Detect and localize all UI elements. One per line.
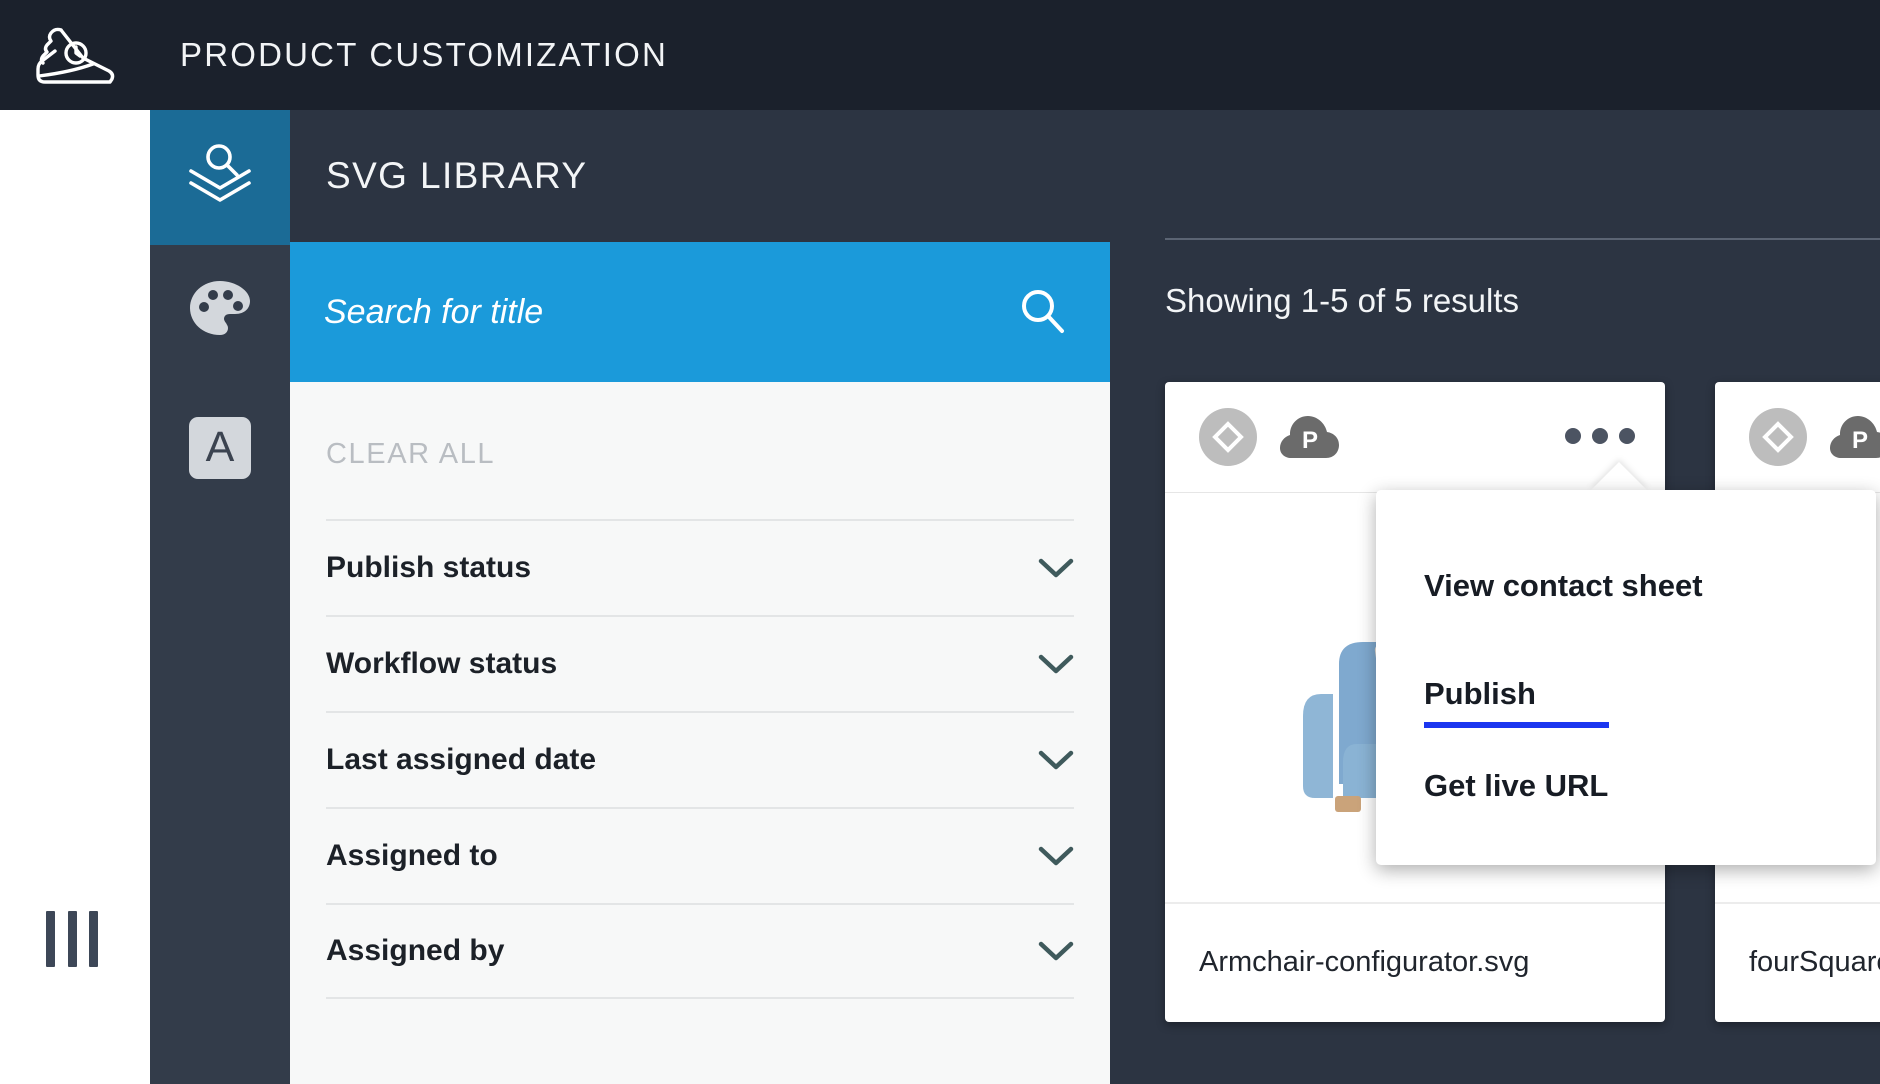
sidebar-item-palette[interactable]	[150, 245, 290, 380]
cloud-p-icon: P	[1829, 414, 1880, 460]
search-submit-button[interactable]	[1008, 283, 1076, 342]
menu-item-publish[interactable]: Publish	[1376, 636, 1876, 736]
asset-file-name: Armchair-configurator.svg	[1199, 945, 1530, 978]
filter-last-assigned-date[interactable]: Last assigned date	[326, 711, 1074, 807]
chevron-down-icon	[1038, 557, 1074, 579]
chevron-down-icon	[1038, 653, 1074, 675]
diamond-badge-icon	[1749, 408, 1807, 466]
search-icon	[1014, 283, 1070, 342]
chevron-down-icon	[1038, 845, 1074, 867]
more-options-icon	[1565, 428, 1581, 444]
top-bar: PRODUCT CUSTOMIZATION	[0, 0, 1880, 110]
filter-panel: CLEAR ALL Publish status Workflow status…	[290, 110, 1110, 1084]
icon-rail: A	[150, 110, 440, 1084]
filter-label: Publish status	[326, 551, 532, 584]
search-input[interactable]	[324, 292, 1008, 332]
sidebar-item-text[interactable]: A	[150, 380, 290, 515]
filter-label: Last assigned date	[326, 743, 597, 776]
search-layers-icon	[183, 138, 257, 217]
diamond-badge-icon	[1199, 408, 1257, 466]
panel-title: SVG LIBRARY	[326, 155, 588, 196]
active-underline	[1424, 722, 1609, 728]
asset-file-name: fourSquare	[1749, 945, 1880, 978]
search-bar	[290, 242, 1110, 382]
menu-item-view-contact-sheet[interactable]: View contact sheet	[1376, 536, 1876, 636]
filter-assigned-to[interactable]: Assigned to	[326, 807, 1074, 903]
menu-item-get-live-url[interactable]: Get live URL	[1376, 736, 1876, 836]
filter-workflow-status[interactable]: Workflow status	[326, 615, 1074, 711]
page-title: PRODUCT CUSTOMIZATION	[180, 36, 669, 73]
filter-assigned-by[interactable]: Assigned by	[326, 903, 1074, 999]
svg-text:P: P	[1852, 427, 1868, 454]
filter-list: CLEAR ALL Publish status Workflow status…	[290, 438, 1110, 999]
drag-handle-icon[interactable]	[46, 910, 98, 968]
app-root: PRODUCT CUSTOMIZATION A Search for title…	[0, 0, 1880, 1084]
results-count: Showing 1-5 of 5 results	[1165, 282, 1520, 319]
svg-text:P: P	[1302, 427, 1318, 454]
asset-card-footer: fourSquare	[1715, 902, 1880, 1020]
sneaker-icon	[18, 24, 130, 86]
filter-publish-status[interactable]: Publish status	[326, 519, 1074, 615]
filter-label: Workflow status	[326, 647, 558, 680]
chevron-down-icon	[1038, 749, 1074, 771]
text-letter-a-icon: A	[189, 416, 251, 479]
sidebar-item-svg-library[interactable]	[150, 110, 290, 245]
left-gutter	[0, 110, 150, 1084]
menu-item-label: Publish	[1424, 676, 1536, 711]
cloud-p-icon: P	[1279, 414, 1341, 460]
filter-label: Assigned to	[326, 839, 498, 872]
asset-card-footer: Armchair-configurator.svg	[1165, 902, 1665, 1020]
clear-all-button[interactable]: CLEAR ALL	[326, 438, 495, 471]
asset-card-header: P	[1715, 382, 1880, 492]
filter-label: Assigned by	[326, 934, 505, 967]
context-menu: View contact sheet Publish Get live URL	[1376, 490, 1876, 865]
chevron-down-icon	[1038, 940, 1074, 962]
more-options-button[interactable]	[1565, 428, 1635, 444]
palette-icon	[187, 279, 253, 346]
results-divider	[1165, 238, 1880, 240]
context-menu-arrow	[1590, 462, 1648, 491]
